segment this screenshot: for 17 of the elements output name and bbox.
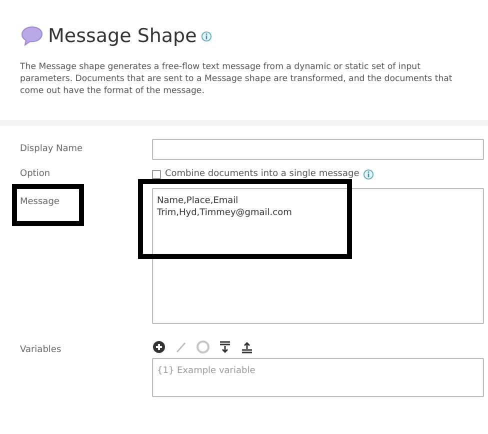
info-icon[interactable]	[200, 30, 212, 42]
field-label: Variables	[20, 344, 62, 355]
message-field[interactable]: Name,Place,Email Trim,Hyd,Timmey@gmail.com	[152, 188, 484, 324]
variables-field[interactable]: {1} Example variable	[152, 358, 484, 398]
display-name-field[interactable]	[152, 139, 484, 160]
info-icon[interactable]	[363, 169, 374, 180]
add-icon[interactable]	[152, 340, 166, 354]
field-label: Display Name	[20, 143, 84, 156]
move-up-icon[interactable]	[240, 340, 254, 354]
checkbox-label: Combine documents into a single message	[165, 168, 360, 182]
move-down-icon[interactable]	[218, 340, 232, 354]
field-label: Message	[20, 196, 60, 207]
speech-bubble-icon	[20, 25, 44, 48]
checkbox[interactable]	[152, 170, 161, 180]
field-label: Option	[20, 168, 52, 182]
page-title: Message Shape	[48, 24, 197, 49]
description-text: The Message shape generates a free-flow text message from a dynamic or static set of input parameters. Documents that are sent to a Message shape are transformed, and the documents that come out have the format of the message.	[20, 60, 454, 98]
